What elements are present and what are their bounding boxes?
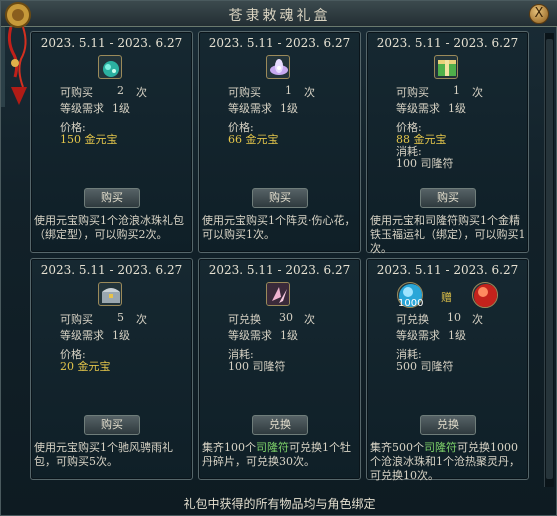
count-value: 5 xyxy=(117,311,124,324)
offer-description: 使用元宝购买1个驰风骋雨礼包，可购买5次。 xyxy=(34,441,173,468)
count-value: 10 xyxy=(447,311,461,324)
offer-description: 使用元宝购买1个阵灵·伤心花，可以购买1次。 xyxy=(202,214,356,241)
level-label: 等级需求 xyxy=(396,329,440,342)
close-button[interactable]: X xyxy=(529,4,549,24)
count-label: 可兑换 xyxy=(396,313,429,326)
desc-part: 集齐100个 xyxy=(202,441,256,454)
level-value: 1级 xyxy=(112,329,130,342)
peony-fragment-icon[interactable] xyxy=(266,282,290,306)
level-value: 1级 xyxy=(280,329,298,342)
buy-button[interactable]: 购买 xyxy=(84,415,140,435)
lotus-flower-icon[interactable] xyxy=(266,55,290,79)
count-label: 可购买 xyxy=(228,86,261,99)
offer-card-3: 2023. 5.11 - 2023. 6.27 可购买 1 次 等级需求 1级 … xyxy=(366,31,529,255)
buy-button[interactable]: 购买 xyxy=(252,188,308,208)
count-label: 可购买 xyxy=(396,86,429,99)
offer-card-5: 2023. 5.11 - 2023. 6.27 可兑换 30 次 等级需求 1级… xyxy=(198,258,361,480)
date-range: 2023. 5.11 - 2023. 6.27 xyxy=(40,263,183,277)
green-gift-book-icon[interactable] xyxy=(434,55,458,79)
offer-description: 使用元宝和司隆符购买1个金精铁玉福运礼（绑定），可以购买1次。 xyxy=(370,214,526,255)
times-label: 次 xyxy=(472,313,483,326)
times-label: 次 xyxy=(472,86,483,99)
times-label: 次 xyxy=(136,313,147,326)
count-value: 30 xyxy=(279,311,293,324)
times-label: 次 xyxy=(136,86,147,99)
count-label: 可购买 xyxy=(60,313,93,326)
offer-description: 使用元宝购买1个沧浪冰珠礼包（绑定型），可以购买2次。 xyxy=(34,214,184,241)
offer-card-4: 2023. 5.11 - 2023. 6.27 可购买 5 次 等级需求 1级 … xyxy=(30,258,193,480)
offer-card-6: 2023. 5.11 - 2023. 6.27 1000 赠 可兑换 10 次 … xyxy=(366,258,529,483)
buy-button[interactable]: 购买 xyxy=(84,188,140,208)
date-range: 2023. 5.11 - 2023. 6.27 xyxy=(376,263,519,277)
level-value: 1级 xyxy=(280,102,298,115)
count-value: 1 xyxy=(453,84,460,97)
price-value: 20 金元宝 xyxy=(60,360,111,373)
count-value: 2 xyxy=(117,84,124,97)
level-label: 等级需求 xyxy=(228,329,272,342)
count-value: 1 xyxy=(285,84,292,97)
footer-note: 礼包中获得的所有物品均与角色绑定 xyxy=(183,497,376,511)
quantity-badge: 1000 xyxy=(398,298,424,309)
consume-value: 100 司隆符 xyxy=(396,157,454,170)
level-label: 等级需求 xyxy=(60,329,104,342)
consume-value: 500 司隆符 xyxy=(396,360,454,373)
date-range: 2023. 5.11 - 2023. 6.27 xyxy=(376,36,519,50)
currency-highlight: 司隆符 xyxy=(424,441,457,454)
exchange-button[interactable]: 兑换 xyxy=(252,415,308,435)
offer-card-2: 2023. 5.11 - 2023. 6.27 可购买 1 次 等级需求 1级 … xyxy=(198,31,361,253)
level-label: 等级需求 xyxy=(228,102,272,115)
level-value: 1级 xyxy=(448,329,466,342)
red-orb-icon[interactable] xyxy=(472,282,498,308)
green-gem-bag-icon[interactable] xyxy=(98,55,122,79)
currency-highlight: 司隆符 xyxy=(256,441,289,454)
gift-box-window: 苍隶敕魂礼盒 X 2023. 5.11 - 2023. 6.27 可购买 2 次… xyxy=(0,0,557,516)
date-range: 2023. 5.11 - 2023. 6.27 xyxy=(208,263,351,277)
times-label: 次 xyxy=(304,313,315,326)
level-value: 1级 xyxy=(448,102,466,115)
scrollbar-thumb[interactable] xyxy=(546,39,553,479)
exchange-button[interactable]: 兑换 xyxy=(420,415,476,435)
date-range: 2023. 5.11 - 2023. 6.27 xyxy=(208,36,351,50)
offer-card-1: 2023. 5.11 - 2023. 6.27 可购买 2 次 等级需求 1级 … xyxy=(30,31,193,253)
date-range: 2023. 5.11 - 2023. 6.27 xyxy=(40,36,183,50)
desc-part: 集齐500个 xyxy=(370,441,424,454)
buy-button[interactable]: 购买 xyxy=(420,188,476,208)
scrollbar[interactable] xyxy=(544,33,554,487)
price-value: 150 金元宝 xyxy=(60,133,118,146)
gift-label: 赠 xyxy=(441,291,452,304)
price-value: 66 金元宝 xyxy=(228,133,279,146)
level-label: 等级需求 xyxy=(396,102,440,115)
consume-value: 100 司隆符 xyxy=(228,360,286,373)
count-label: 可兑换 xyxy=(228,313,261,326)
count-label: 可购买 xyxy=(60,86,93,99)
times-label: 次 xyxy=(304,86,315,99)
window-title: 苍隶敕魂礼盒 xyxy=(228,8,331,24)
level-label: 等级需求 xyxy=(60,102,104,115)
offer-description: 集齐100个司隆符可兑换1个牡丹碎片，可兑换30次。 xyxy=(202,441,358,469)
treasure-chest-icon[interactable] xyxy=(98,282,122,306)
offer-description: 集齐500个司隆符可兑换1000个沧浪冰珠和1个沧热聚灵丹，可兑换10次。 xyxy=(370,441,526,483)
level-value: 1级 xyxy=(112,102,130,115)
